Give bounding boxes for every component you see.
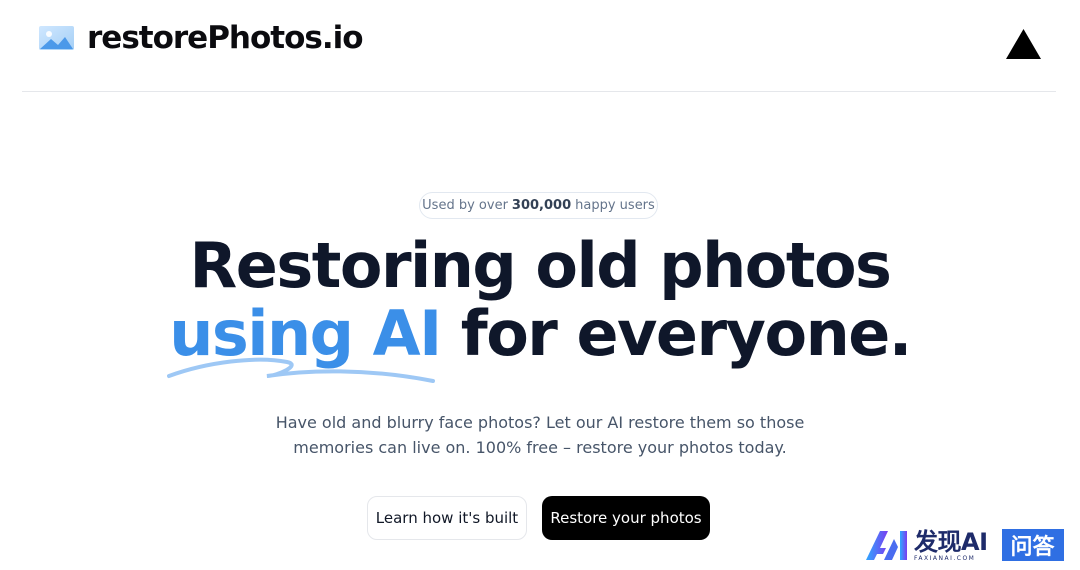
vercel-deploy-link[interactable]: [1005, 28, 1042, 60]
photo-icon: [39, 26, 74, 50]
brand-name: restorePhotos.io: [87, 20, 364, 56]
headline-accent-text: using AI: [169, 297, 442, 370]
hero-headline: Restoring old photos using AI for everyo…: [0, 229, 1080, 383]
restore-photos-button[interactable]: Restore your photos: [542, 496, 710, 540]
top-navbar: restorePhotos.io: [22, 0, 1056, 92]
watermark-domain: FAXIANAI.COM: [914, 554, 976, 562]
user-count-badge: Used by over 300,000 happy users: [419, 192, 658, 219]
brand-link[interactable]: restorePhotos.io: [38, 20, 364, 56]
faxianai-watermark: 发现AI FAXIANAI.COM 问答: [864, 528, 1064, 562]
headline-rest: for everyone.: [460, 297, 913, 370]
watermark-name: 发现AI: [914, 527, 988, 556]
faxianai-logo-icon: [866, 531, 907, 560]
badge-prefix: Used by over: [422, 198, 508, 213]
learn-how-built-button[interactable]: Learn how it's built: [367, 496, 527, 540]
headline-line-1: Restoring old photos: [189, 229, 892, 302]
headline-line-2: using AI for everyone.: [0, 297, 1080, 383]
badge-suffix: happy users: [575, 198, 655, 213]
watermark-qa-badge: 问答: [1001, 529, 1064, 561]
hero-subtitle: Have old and blurry face photos? Let our…: [275, 413, 805, 457]
headline-accent: using AI: [167, 297, 442, 383]
badge-count: 300,000: [511, 198, 572, 213]
vercel-triangle-icon: [1006, 29, 1041, 59]
